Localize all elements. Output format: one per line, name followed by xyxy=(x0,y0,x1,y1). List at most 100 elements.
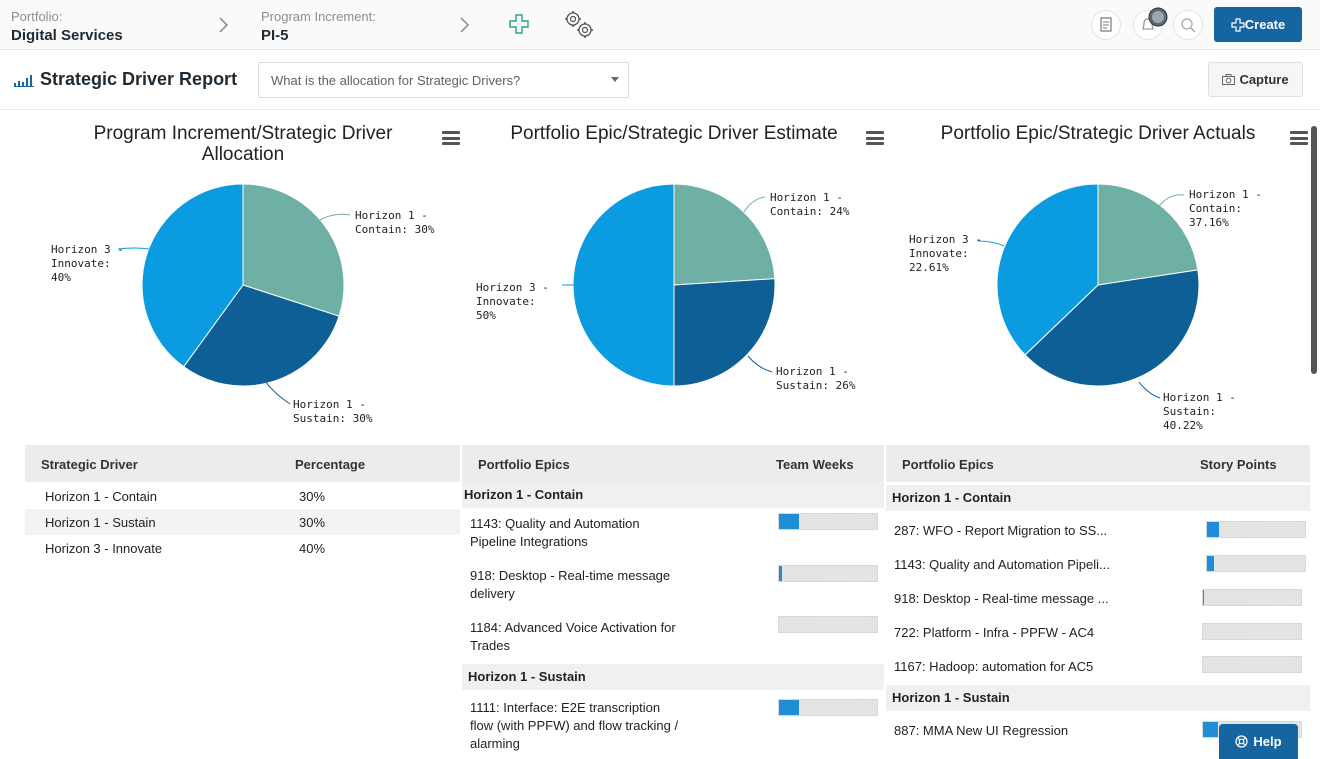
list-item[interactable]: 287: WFO - Report Migration to SS... xyxy=(886,514,1310,546)
epic-title[interactable]: 287: WFO - Report Migration to SS... xyxy=(894,523,1107,538)
epic-title[interactable]: 887: MMA New UI Regression xyxy=(894,723,1068,738)
table-row[interactable]: Horizon 3 - Innovate 40% xyxy=(25,535,460,561)
slice-label: Horizon 1 - xyxy=(1189,188,1262,201)
table-row[interactable]: Horizon 1 - Sustain 30% xyxy=(25,509,460,535)
leader-line xyxy=(977,240,1005,247)
driver-percentage: 40% xyxy=(299,541,326,556)
bar-fill xyxy=(1203,722,1218,737)
leader-line xyxy=(747,355,773,373)
driver-name: Horizon 3 - Innovate xyxy=(45,541,163,556)
help-button[interactable]: Help xyxy=(1219,724,1298,759)
bar-fill xyxy=(779,566,782,581)
team-weeks-bar xyxy=(778,513,878,530)
scrollbar-thumb[interactable] xyxy=(1311,126,1317,374)
pie-slice-2-2[interactable] xyxy=(673,278,776,387)
bar-fill xyxy=(1203,590,1204,605)
slice-label: Horizon 3 - xyxy=(476,281,549,294)
epic-title[interactable]: 1111: Interface: E2E transcription flow … xyxy=(470,699,678,753)
epic-title[interactable]: 1143: Quality and Automation Pipeline In… xyxy=(470,515,640,551)
slice-label: Sustain: 26% xyxy=(776,379,856,392)
story-points-bar xyxy=(1202,656,1302,673)
list-item[interactable]: 1143: Quality and Automation Pipeline In… xyxy=(462,512,884,558)
story-points-bar xyxy=(1206,555,1306,572)
story-points-bar xyxy=(1206,521,1306,538)
epic-title[interactable]: 918: Desktop - Real-time message deliver… xyxy=(470,567,670,603)
slice-label: 40.22% xyxy=(1163,419,1203,432)
driver-table-header: Strategic Driver Percentage xyxy=(25,445,460,482)
story-points-bar xyxy=(1202,589,1302,606)
group-header: Horizon 1 - Sustain xyxy=(886,685,1310,711)
bar-fill xyxy=(1207,556,1214,571)
group-header: Horizon 1 - Contain xyxy=(462,482,884,508)
slice-label: Horizon 3 - xyxy=(909,233,982,246)
list-item[interactable]: 722: Platform - Infra - PPFW - AC4 xyxy=(886,616,1310,648)
leader-line xyxy=(316,213,351,223)
slice-label: 50% xyxy=(476,309,496,322)
epic-title-line: Trades xyxy=(470,638,510,653)
slice-label: Innovate: xyxy=(51,257,111,270)
column-header[interactable]: Portfolio Epics xyxy=(902,457,994,472)
epic-title[interactable]: 918: Desktop - Real-time message ... xyxy=(894,591,1109,606)
leader-line xyxy=(1138,381,1161,399)
group-header: Horizon 1 - Contain xyxy=(886,485,1310,511)
epic-title[interactable]: 1167: Hadoop: automation for AC5 xyxy=(894,659,1093,674)
slice-label: 22.61% xyxy=(909,261,949,274)
pie-slice-2-1[interactable] xyxy=(673,183,776,286)
list-item[interactable]: 1184: Advanced Voice Activation for Trad… xyxy=(462,616,884,662)
list-item[interactable]: 918: Desktop - Real-time message ... xyxy=(886,582,1310,614)
team-weeks-bar xyxy=(778,565,878,582)
table-row[interactable]: Horizon 1 - Contain 30% xyxy=(25,483,460,509)
driver-name: Horizon 1 - Contain xyxy=(45,489,157,504)
driver-name: Horizon 1 - Sustain xyxy=(45,515,156,530)
epic-title-line: 1184: Advanced Voice Activation for xyxy=(470,620,676,635)
slice-label: 37.16% xyxy=(1189,216,1229,229)
slice-label: Horizon 1 - xyxy=(293,398,366,411)
column-header[interactable]: Percentage xyxy=(295,457,365,472)
slice-label: Contain: xyxy=(1189,202,1242,215)
story-points-bar xyxy=(1202,623,1302,640)
story-points-table-header: Portfolio Epics Story Points xyxy=(886,445,1310,482)
driver-percentage: 30% xyxy=(299,489,326,504)
slice-label: Horizon 1 - xyxy=(355,209,428,222)
list-item[interactable]: 918: Desktop - Real-time message deliver… xyxy=(462,564,884,610)
slice-label: Horizon 1 - xyxy=(1163,391,1236,404)
column-header[interactable]: Team Weeks xyxy=(776,457,854,472)
epic-title-line: 918: Desktop - Real-time message xyxy=(470,568,671,583)
epic-title-line: flow (with PPFW) and flow tracking / xyxy=(470,718,679,733)
pie-slice-3-1[interactable] xyxy=(1097,183,1199,286)
column-header[interactable]: Portfolio Epics xyxy=(478,457,570,472)
epic-title[interactable]: 1184: Advanced Voice Activation for Trad… xyxy=(470,619,676,655)
team-weeks-bar xyxy=(778,699,878,716)
slice-label: Horizon 3 - xyxy=(51,243,124,256)
leader-line xyxy=(743,196,766,213)
epic-title-line: delivery xyxy=(470,586,515,601)
slice-label: Innovate: xyxy=(909,247,969,260)
bar-fill xyxy=(779,514,799,529)
pie-slice-2-3[interactable] xyxy=(572,183,675,387)
list-item[interactable]: 1143: Quality and Automation Pipeli... xyxy=(886,548,1310,580)
epic-title-line: Pipeline Integrations xyxy=(470,534,588,549)
column-header[interactable]: Story Points xyxy=(1200,457,1277,472)
list-item[interactable]: 1167: Hadoop: automation for AC5 xyxy=(886,650,1310,682)
leader-line xyxy=(1158,194,1185,207)
team-weeks-table-header: Portfolio Epics Team Weeks xyxy=(462,445,884,482)
slice-label: Contain: 24% xyxy=(770,205,850,218)
epic-title-line: 1143: Quality and Automation xyxy=(470,516,640,531)
bar-fill xyxy=(1207,522,1219,537)
slice-label: Innovate: xyxy=(476,295,536,308)
list-item[interactable]: 1111: Interface: E2E transcription flow … xyxy=(462,698,884,759)
help-label: Help xyxy=(1253,734,1282,749)
epic-title[interactable]: 722: Platform - Infra - PPFW - AC4 xyxy=(894,625,1094,640)
slice-label: Horizon 1 - xyxy=(770,191,843,204)
team-weeks-bar xyxy=(778,616,878,633)
pie-charts-canvas: Horizon 1 - Contain: 30% Horizon 1 - Sus… xyxy=(51,183,1262,432)
slice-label: 40% xyxy=(51,271,71,284)
column-header[interactable]: Strategic Driver xyxy=(41,457,138,472)
epic-title[interactable]: 1143: Quality and Automation Pipeli... xyxy=(894,557,1110,572)
epic-title-line: 1111: Interface: E2E transcription xyxy=(470,700,661,715)
bar-fill xyxy=(779,700,799,715)
slice-label: Sustain: 30% xyxy=(293,412,373,425)
group-header: Horizon 1 - Sustain xyxy=(462,664,884,690)
slice-label: Contain: 30% xyxy=(355,223,435,236)
lifebuoy-icon xyxy=(1235,735,1249,748)
